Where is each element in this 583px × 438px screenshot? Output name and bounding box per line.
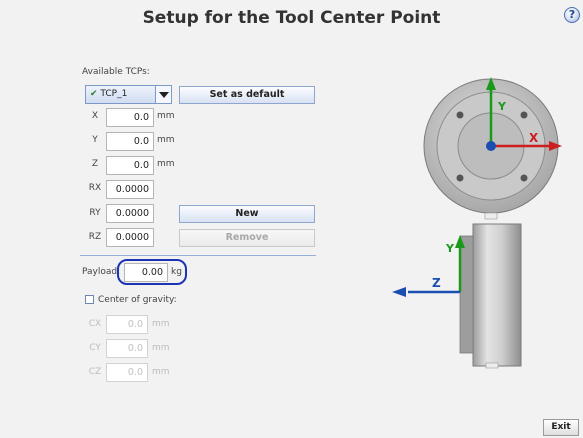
new-tcp-button[interactable]: New [179,205,315,223]
rx-field[interactable]: 0.0000 [106,180,154,199]
center-of-gravity-label: Center of gravity: [98,295,177,305]
tcp-diagram: Y X Y Z [392,77,562,369]
cy-label: CY [89,343,101,353]
check-icon: ✔ [90,89,98,99]
front-x-axis-label: X [529,131,539,145]
z-field[interactable]: 0.0 [106,156,154,175]
front-y-axis-label: Y [497,100,507,113]
payload-highlight [117,259,187,285]
y-unit: mm [157,135,175,145]
page-title: Setup for the Tool Center Point [142,8,441,28]
side-z-axis-label: Z [432,276,441,290]
ry-label: RY [89,208,101,218]
tcp-select-value: ✔ TCP_1 [90,89,128,99]
cz-field[interactable]: 0.0 [106,363,148,382]
available-tcps-label: Available TCPs: [82,67,150,77]
set-as-default-button[interactable]: Set as default [179,86,315,104]
remove-tcp-button[interactable]: Remove [179,229,315,247]
cz-unit: mm [152,367,170,377]
z-unit: mm [157,159,175,169]
cx-field[interactable]: 0.0 [106,315,148,334]
payload-label: Payload: [82,267,121,277]
cz-label: CZ [88,367,102,377]
ry-field[interactable]: 0.0000 [106,204,154,223]
cy-unit: mm [152,343,170,353]
x-field[interactable]: 0.0 [106,108,154,127]
cx-unit: mm [152,319,170,329]
y-label: Y [92,135,98,145]
y-field[interactable]: 0.0 [106,132,154,151]
rz-label: RZ [88,232,102,242]
flange-side-view [392,223,522,369]
z-label: Z [91,159,99,169]
rx-label: RX [88,183,102,193]
cx-label: CX [88,319,102,329]
section-divider [80,255,316,256]
exit-button[interactable]: Exit [543,419,579,436]
side-y-axis-label: Y [445,242,455,255]
x-label: X [91,111,99,121]
center-of-gravity-checkbox[interactable] [85,295,94,304]
x-unit: mm [157,111,175,121]
tcp-select[interactable]: ✔ TCP_1 [85,85,172,104]
help-icon[interactable]: ? [564,7,580,23]
cy-field[interactable]: 0.0 [106,339,148,358]
flange-front-view [423,77,562,220]
rz-field[interactable]: 0.0000 [106,228,154,247]
chevron-down-icon[interactable] [155,86,171,103]
